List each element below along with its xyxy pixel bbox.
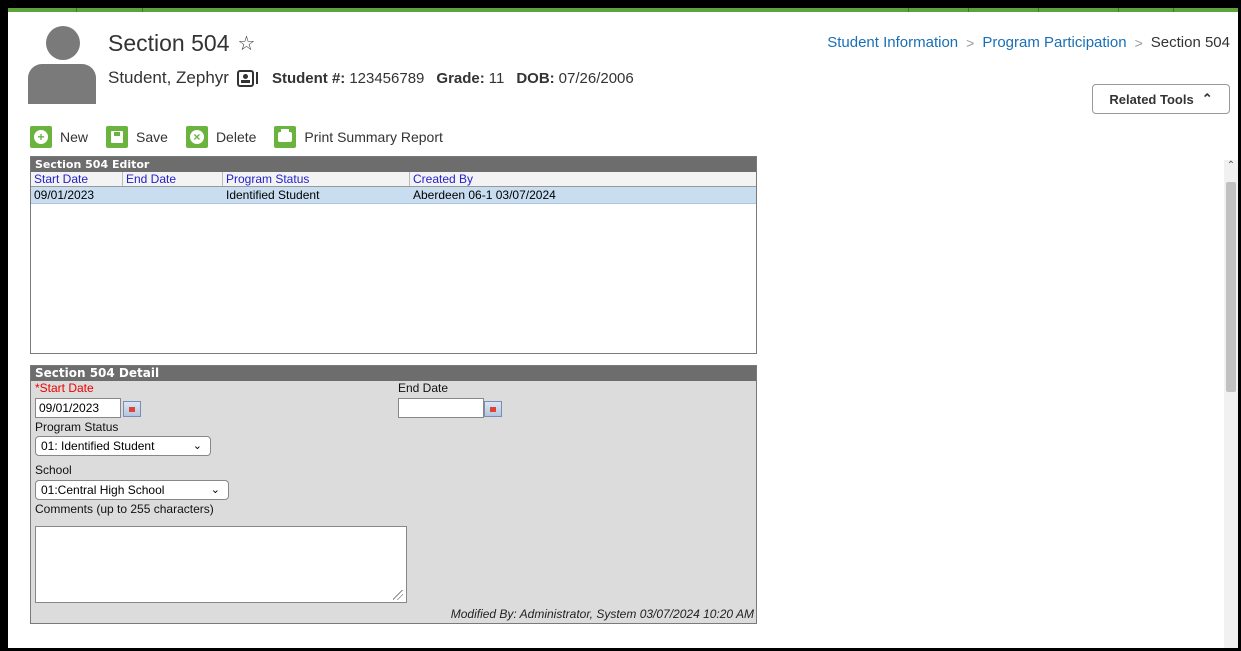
comments-label: Comments (up to 255 characters)	[35, 502, 214, 516]
school-label: School	[35, 463, 72, 477]
section-504-editor: Section 504 Editor Start Date End Date P…	[30, 156, 757, 354]
detail-title: Section 504 Detail	[31, 366, 756, 381]
modified-by-text: Modified By: Administrator, System 03/07…	[450, 607, 754, 621]
breadcrumb-program-participation[interactable]: Program Participation	[982, 34, 1126, 51]
save-button[interactable]: Save	[106, 126, 168, 148]
student-info: Student, Zephyr Student #: 123456789 Gra…	[108, 68, 646, 88]
chevron-down-icon: ⌄	[192, 440, 202, 452]
scrollbar-thumb[interactable]	[1226, 182, 1236, 392]
program-status-label: Program Status	[35, 420, 119, 434]
start-date-field[interactable]: 09/01/2023	[35, 398, 121, 418]
section-504-detail: Section 504 Detail *Start Date 09/01/202…	[30, 365, 757, 624]
save-icon	[106, 126, 129, 148]
toolbar: + New Save × Delete Print Summary Report	[8, 124, 461, 150]
chevron-down-icon: ⌄	[210, 484, 220, 496]
student-name: Student, Zephyr	[108, 68, 229, 87]
star-icon[interactable]: ☆	[237, 31, 255, 56]
program-status-select[interactable]: 01: Identified Student ⌄	[35, 436, 211, 456]
add-icon: +	[30, 126, 52, 148]
school-select[interactable]: 01:Central High School ⌄	[35, 480, 229, 500]
cell-end-date	[123, 187, 223, 203]
contact-card-icon[interactable]	[236, 69, 254, 87]
chevron-right-icon: >	[1134, 34, 1143, 51]
scroll-up-icon[interactable]: ⌃	[1225, 160, 1237, 174]
editor-title: Section 504 Editor	[31, 157, 756, 172]
column-created-by[interactable]: Created By	[410, 172, 756, 186]
end-date-field[interactable]	[398, 398, 484, 418]
end-date-label: End Date	[398, 381, 449, 395]
delete-label: Delete	[215, 129, 257, 145]
dob-label: DOB:	[516, 69, 555, 87]
grade-label: Grade:	[436, 69, 485, 87]
breadcrumb-section-504: Section 504	[1150, 34, 1230, 51]
related-tools-label: Related Tools	[1109, 91, 1194, 107]
chevron-right-icon: >	[966, 34, 975, 51]
resize-handle-icon[interactable]	[393, 590, 403, 600]
calendar-icon[interactable]	[484, 401, 502, 417]
delete-icon: ×	[185, 126, 208, 148]
new-button[interactable]: + New	[30, 126, 88, 148]
student-number: 123456789	[349, 69, 425, 87]
start-date-label: *Start Date	[35, 381, 94, 395]
cell-start-date: 09/01/2023	[34, 188, 95, 202]
calendar-icon[interactable]	[123, 401, 141, 417]
printer-icon	[274, 126, 297, 148]
column-start-date[interactable]: Start Date	[31, 172, 123, 186]
cell-created-by: Aberdeen 06-1 03/07/2024	[413, 188, 556, 202]
top-accent-strip	[8, 8, 1238, 12]
breadcrumb: Student Information > Program Participat…	[827, 34, 1230, 51]
breadcrumb-student-information[interactable]: Student Information	[827, 34, 958, 51]
delete-button[interactable]: × Delete	[185, 126, 257, 148]
print-label: Print Summary Report	[304, 129, 443, 145]
column-program-status[interactable]: Program Status	[223, 172, 410, 186]
print-summary-report-button[interactable]: Print Summary Report	[274, 126, 443, 148]
editor-grid-header: Start Date End Date Program Status Creat…	[31, 172, 756, 187]
student-number-label: Student #:	[271, 69, 346, 87]
app-window: Section 504 ☆ Student, Zephyr Student #:…	[8, 8, 1238, 648]
comments-textarea[interactable]	[35, 526, 407, 603]
school-value: 01:Central High School	[41, 483, 165, 497]
table-row[interactable]: 09/01/2023 Identified Student Aberdeen 0…	[31, 187, 756, 204]
column-end-date[interactable]: End Date	[123, 172, 223, 186]
save-label: Save	[136, 129, 168, 145]
dob-value: 07/26/2006	[558, 69, 634, 87]
related-tools-button[interactable]: Related Tools ⌃	[1092, 84, 1230, 114]
avatar	[28, 26, 96, 104]
page-title: Section 504 ☆	[108, 30, 255, 57]
page-title-text: Section 504	[108, 30, 230, 56]
cell-program-status: Identified Student	[226, 188, 320, 202]
new-label: New	[60, 129, 89, 145]
program-status-value: 01: Identified Student	[41, 439, 155, 453]
grade-value: 11	[488, 69, 505, 87]
chevron-up-icon: ⌃	[1201, 91, 1213, 106]
vertical-scrollbar[interactable]: ⌃	[1224, 160, 1238, 648]
